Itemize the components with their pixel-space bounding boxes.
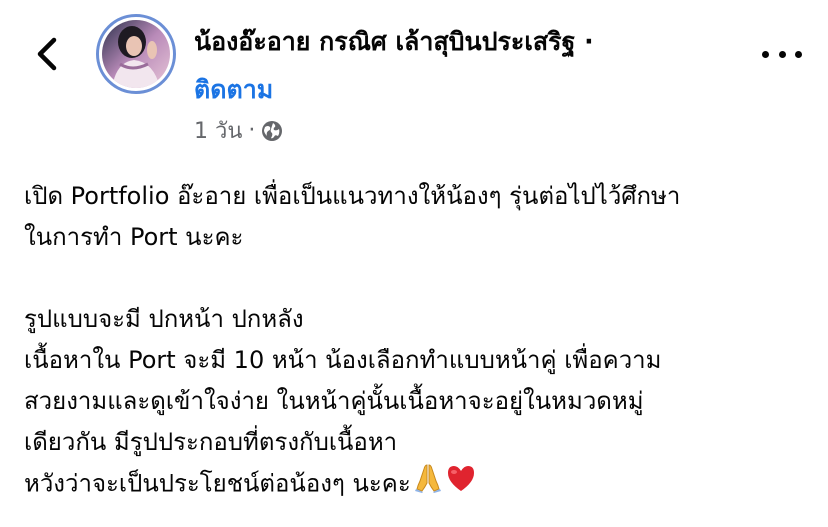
globe-icon [262, 120, 283, 141]
post-line: เปิด Portfolio อ๊ะอาย เพื่อเป็นแนวทางให้… [24, 182, 681, 210]
post-text: เปิด Portfolio อ๊ะอาย เพื่อเป็นแนวทางให้… [24, 176, 814, 506]
more-dot-icon [762, 50, 769, 58]
post-line: สวยงามและดูเข้าใจง่าย ในหน้าคู่นั้นเนื้อ… [24, 387, 644, 415]
back-button[interactable] [30, 34, 64, 74]
post-last-line: หวังว่าจะเป็นประโยชน์ต่อน้องๆ นะคะ [24, 463, 814, 506]
post-line: ในการทำ Port นะคะ [24, 223, 244, 251]
more-options-button[interactable] [762, 42, 802, 66]
post-line: รูปแบบจะมี ปกหน้า ปกหลัง [24, 305, 304, 333]
more-dot-icon [795, 50, 802, 58]
author-name[interactable]: น้องอ๊ะอาย กรณิศ เล้าสุบินประเสริฐ · [194, 22, 594, 62]
post-timestamp[interactable]: 1 วัน [194, 113, 242, 148]
profile-photo [102, 20, 170, 88]
post-line: เดียวกัน มีรูปประกอบที่ตรงกับเนื้อหา [24, 428, 398, 456]
post-line: เนื้อหาใน Port จะมี 10 หน้า น้องเลือกทำแ… [24, 346, 662, 374]
follow-button[interactable]: ติดตาม [194, 70, 273, 110]
folded-hands-icon [413, 463, 443, 506]
chevron-left-icon [37, 37, 57, 71]
post-line: หวังว่าจะเป็นประโยชน์ต่อน้องๆ นะคะ [24, 469, 411, 498]
more-dot-icon [778, 50, 786, 58]
meta-separator: · [248, 118, 256, 143]
post-meta: 1 วัน · [194, 113, 283, 148]
author-avatar[interactable] [96, 14, 176, 94]
post-detail-screen: น้องอ๊ะอาย กรณิศ เล้าสุบินประเสริฐ · ติด… [0, 0, 828, 527]
red-heart-icon [445, 463, 477, 506]
